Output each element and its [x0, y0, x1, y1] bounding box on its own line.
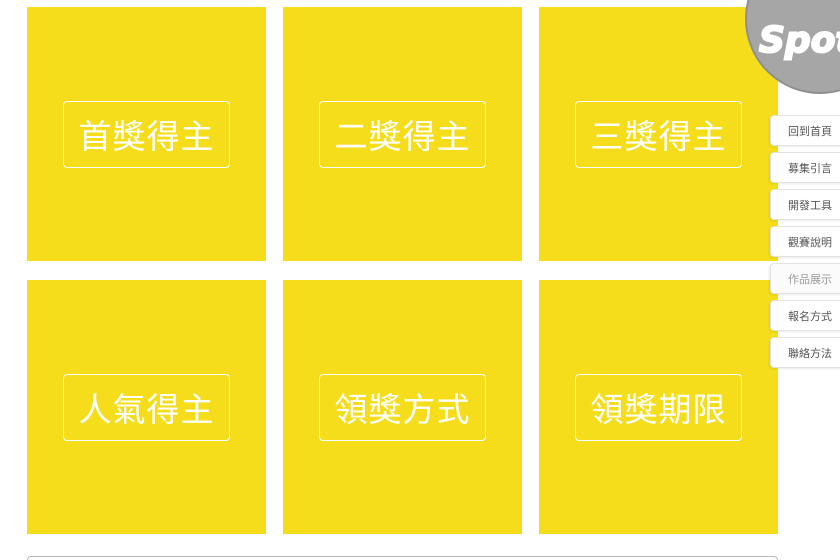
tile-label: 三獎得主 — [575, 100, 742, 168]
side-nav-showcase[interactable]: 作品展示 — [770, 263, 840, 294]
side-nav-registration[interactable]: 報名方式 — [770, 300, 840, 331]
tile-label: 領獎方式 — [319, 373, 486, 441]
side-nav-home[interactable]: 回到首頁 — [770, 115, 840, 146]
tile-prize-claim-method[interactable]: 領獎方式 — [283, 280, 522, 534]
side-nav-contact[interactable]: 聯絡方法 — [770, 337, 840, 368]
tile-label: 二獎得主 — [319, 100, 486, 168]
tile-prize-claim-deadline[interactable]: 領獎期限 — [539, 280, 778, 534]
side-nav: 回到首頁 募集引言 開發工具 觀賽說明 作品展示 報名方式 聯絡方法 — [770, 115, 840, 374]
tile-popular-winner[interactable]: 人氣得主 — [27, 280, 266, 534]
next-section-edge — [27, 556, 778, 560]
tile-label: 人氣得主 — [63, 373, 230, 441]
tile-label: 首獎得主 — [63, 100, 230, 168]
page: 首獎得主 二獎得主 三獎得主 人氣得主 領獎方式 領獎期限 Spot 回到首頁 … — [0, 0, 840, 560]
tile-second-prize-winner[interactable]: 二獎得主 — [283, 7, 522, 261]
tile-label: 領獎期限 — [575, 373, 742, 441]
side-nav-dev-tools[interactable]: 開發工具 — [770, 189, 840, 220]
tile-third-prize-winner[interactable]: 三獎得主 — [539, 7, 778, 261]
spot-logo-icon: Spot — [758, 19, 840, 62]
side-nav-viewing-guide[interactable]: 觀賽說明 — [770, 226, 840, 257]
logo-text: Spot — [759, 20, 840, 61]
side-nav-introduction[interactable]: 募集引言 — [770, 152, 840, 183]
tile-first-prize-winner[interactable]: 首獎得主 — [27, 7, 266, 261]
